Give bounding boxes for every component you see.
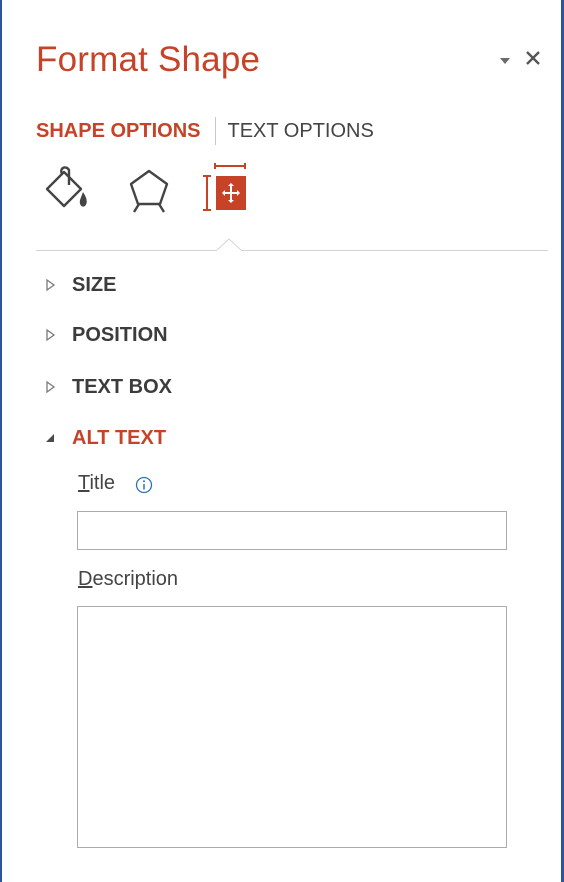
alt-text-description-input[interactable] [77,606,507,848]
info-icon[interactable] [135,476,153,494]
dropdown-triangle-icon [500,58,510,64]
fill-line-icon [45,166,87,208]
section-size-label: SIZE [72,273,117,296]
alt-text-title-input[interactable] [77,511,507,550]
section-alt-text-label: ALT TEXT [72,426,167,449]
title-field-label: Title [78,472,115,495]
section-position-header[interactable]: POSITION [42,320,168,350]
task-pane-options-button[interactable] [495,50,517,70]
pane-title: Format Shape [36,40,261,79]
section-position-label: POSITION [72,323,168,346]
description-field-label: Description [78,568,178,591]
size-properties-button[interactable] [202,162,252,218]
title-label-mnemonic: T [78,472,90,494]
expand-arrow-icon [46,278,56,292]
format-shape-pane: Format Shape SHAPE OPTIONS TEXT OPTIONS [0,0,564,882]
collapse-arrow-icon [46,434,54,442]
expand-arrow-icon [46,380,56,394]
expand-arrow-icon [46,328,56,342]
pane-left-border [0,0,2,882]
title-label-rest: itle [89,472,116,494]
section-text-box-label: TEXT BOX [72,375,173,398]
active-category-pointer [217,238,241,252]
tab-text-options[interactable]: TEXT OPTIONS [227,120,373,143]
effects-button[interactable] [124,162,174,218]
fill-line-button[interactable] [42,162,92,218]
section-text-box-header[interactable]: TEXT BOX [42,372,172,402]
tab-shape-options[interactable]: SHAPE OPTIONS [36,120,200,143]
description-label-mnemonic: D [78,568,93,590]
section-alt-text-header[interactable]: ALT TEXT [42,423,166,453]
description-label-rest: escription [92,568,179,590]
options-tab-strip: SHAPE OPTIONS TEXT OPTIONS [36,116,374,146]
tab-separator [215,117,217,145]
section-size-header[interactable]: SIZE [42,270,116,300]
size-properties-icon [203,163,246,211]
effects-icon [129,169,169,213]
close-icon [526,51,540,65]
category-divider [36,250,548,251]
close-pane-button[interactable] [521,44,547,72]
